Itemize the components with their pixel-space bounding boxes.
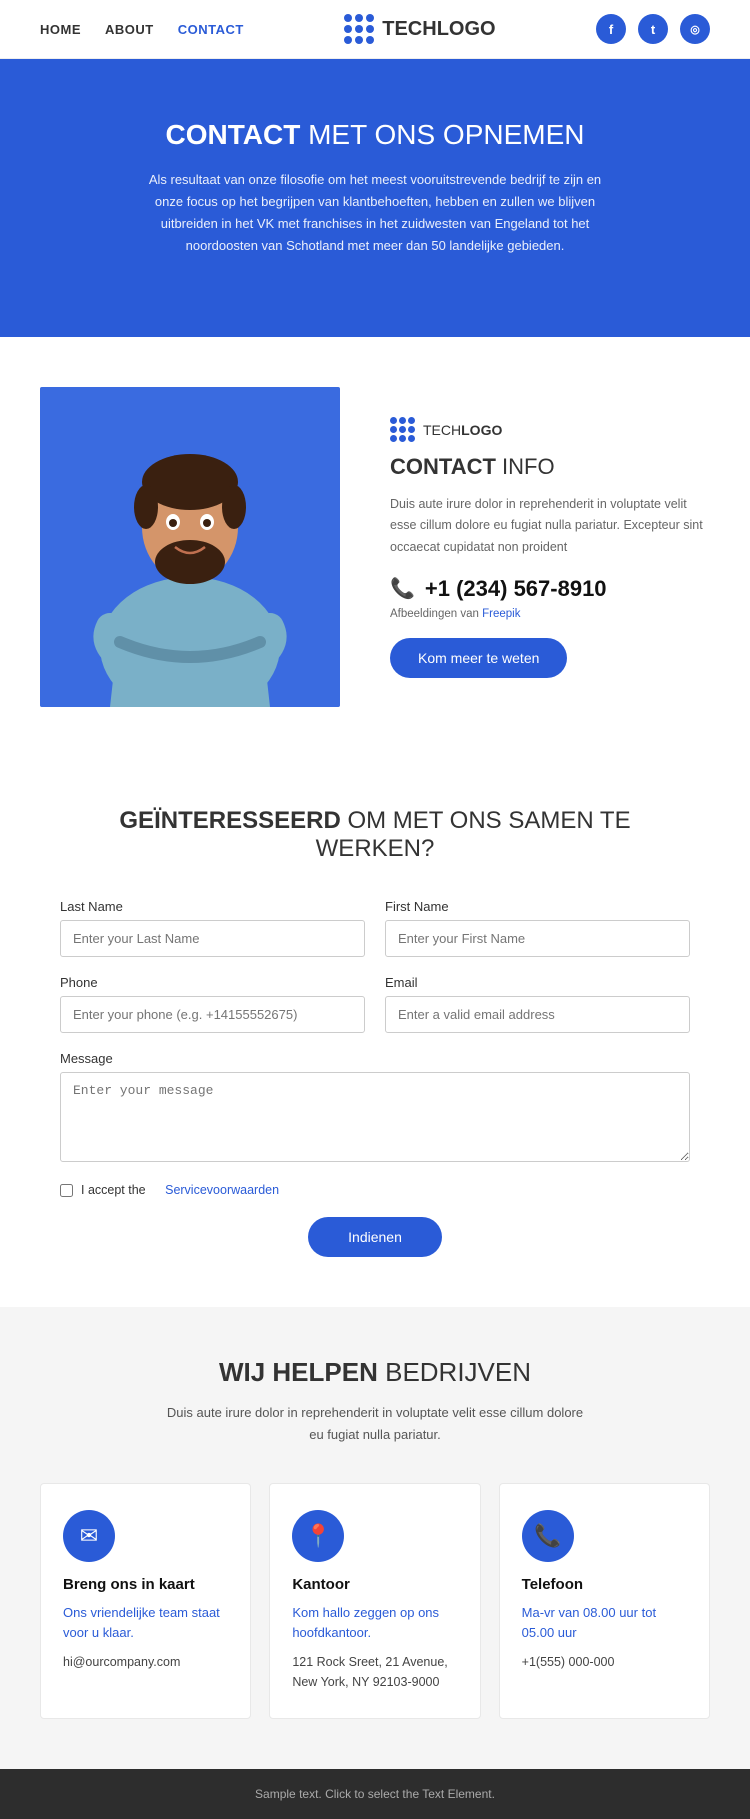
submit-row: Indienen [60, 1217, 690, 1257]
twitter-icon[interactable]: t [638, 14, 668, 44]
freepik-credit: Afbeeldingen van Freepik [390, 608, 710, 620]
phone-row: 📞 +1 (234) 567-8910 [390, 576, 710, 602]
map-card-link[interactable]: Ons vriendelijke team staat voor u klaar… [63, 1603, 228, 1645]
footer: Sample text. Click to select the Text El… [0, 1769, 750, 1819]
person-photo [40, 387, 340, 707]
email-input[interactable] [385, 996, 690, 1033]
info-logo-text: TECHLOGO [423, 422, 502, 438]
help-cards: ✉ Breng ons in kaart Ons vriendelijke te… [40, 1483, 710, 1720]
logo: TECHLOGO [344, 14, 495, 44]
info-logo: TECHLOGO [390, 417, 710, 442]
info-logo-dots [390, 417, 415, 442]
help-card-phone: 📞 Telefoon Ma-vr van 08.00 uur tot 05.00… [499, 1483, 710, 1720]
logo-text: TECHLOGO [382, 18, 495, 41]
phone-card-title: Telefoon [522, 1576, 687, 1593]
learn-more-button[interactable]: Kom meer te weten [390, 638, 567, 678]
contact-info-description: Duis aute irure dolor in reprehenderit i… [390, 494, 710, 558]
help-description: Duis aute irure dolor in reprehenderit i… [165, 1402, 585, 1446]
navbar: HOME ABOUT CONTACT TECHLOGO f t ◎ [0, 0, 750, 59]
contact-info-title: CONTACT INFO [390, 454, 710, 480]
contact-info-right: TECHLOGO CONTACT INFO Duis aute irure do… [390, 417, 710, 678]
phone-card-text: +1(555) 000-000 [522, 1652, 687, 1672]
instagram-icon[interactable]: ◎ [680, 14, 710, 44]
phone-label: Phone [60, 975, 365, 990]
tel-icon: 📞 [522, 1510, 574, 1562]
terms-text: I accept the [81, 1183, 146, 1197]
help-card-office: 📍 Kantoor Kom hallo zeggen op ons hoofdk… [269, 1483, 480, 1720]
submit-button[interactable]: Indienen [308, 1217, 442, 1257]
phone-number: +1 (234) 567-8910 [425, 576, 607, 602]
phone-email-row: Phone Email [60, 975, 690, 1033]
person-image-container [40, 387, 350, 707]
office-card-title: Kantoor [292, 1576, 457, 1593]
message-label: Message [60, 1051, 690, 1066]
first-name-label: First Name [385, 899, 690, 914]
terms-row: I accept the Servicevoorwaarden [60, 1183, 690, 1197]
nav-links: HOME ABOUT CONTACT [40, 22, 244, 37]
first-name-group: First Name [385, 899, 690, 957]
facebook-icon[interactable]: f [596, 14, 626, 44]
terms-link[interactable]: Servicevoorwaarden [165, 1183, 279, 1197]
last-name-input[interactable] [60, 920, 365, 957]
nav-contact[interactable]: CONTACT [178, 22, 244, 37]
office-card-text: 121 Rock Sreet, 21 Avenue, New York, NY … [292, 1652, 457, 1692]
last-name-label: Last Name [60, 899, 365, 914]
nav-home[interactable]: HOME [40, 22, 81, 37]
last-name-group: Last Name [60, 899, 365, 957]
contact-info-section: TECHLOGO CONTACT INFO Duis aute irure do… [0, 337, 750, 757]
phone-input[interactable] [60, 996, 365, 1033]
map-icon: ✉ [63, 1510, 115, 1562]
hero-section: CONTACT MET ONS OPNEMEN Als resultaat va… [0, 59, 750, 337]
form-title: GEÏNTERESSEERD OM MET ONS SAMEN TE WERKE… [60, 807, 690, 863]
message-textarea[interactable] [60, 1072, 690, 1162]
form-section: GEÏNTERESSEERD OM MET ONS SAMEN TE WERKE… [0, 757, 750, 1307]
nav-about[interactable]: ABOUT [105, 22, 154, 37]
phone-card-link[interactable]: Ma-vr van 08.00 uur tot 05.00 uur [522, 1603, 687, 1645]
contact-form: Last Name First Name Phone Email Message [60, 899, 690, 1257]
help-card-map: ✉ Breng ons in kaart Ons vriendelijke te… [40, 1483, 251, 1720]
phone-icon: 📞 [390, 576, 415, 601]
hero-title: CONTACT MET ONS OPNEMEN [80, 119, 670, 151]
help-title: WIJ HELPEN BEDRIJVEN [40, 1357, 710, 1388]
map-card-title: Breng ons in kaart [63, 1576, 228, 1593]
name-row: Last Name First Name [60, 899, 690, 957]
map-card-text: hi@ourcompany.com [63, 1652, 228, 1672]
first-name-input[interactable] [385, 920, 690, 957]
freepik-link[interactable]: Freepik [482, 608, 520, 620]
hero-description: Als resultaat van onze filosofie om het … [135, 169, 615, 257]
email-label: Email [385, 975, 690, 990]
message-group: Message [60, 1051, 690, 1165]
terms-checkbox[interactable] [60, 1184, 73, 1197]
office-card-link[interactable]: Kom hallo zeggen op ons hoofdkantoor. [292, 1603, 457, 1645]
phone-group: Phone [60, 975, 365, 1033]
social-icons: f t ◎ [596, 14, 710, 44]
email-group: Email [385, 975, 690, 1033]
office-icon: 📍 [292, 1510, 344, 1562]
logo-dots [344, 14, 374, 44]
help-section: WIJ HELPEN BEDRIJVEN Duis aute irure dol… [0, 1307, 750, 1769]
footer-text: Sample text. Click to select the Text El… [255, 1787, 495, 1801]
